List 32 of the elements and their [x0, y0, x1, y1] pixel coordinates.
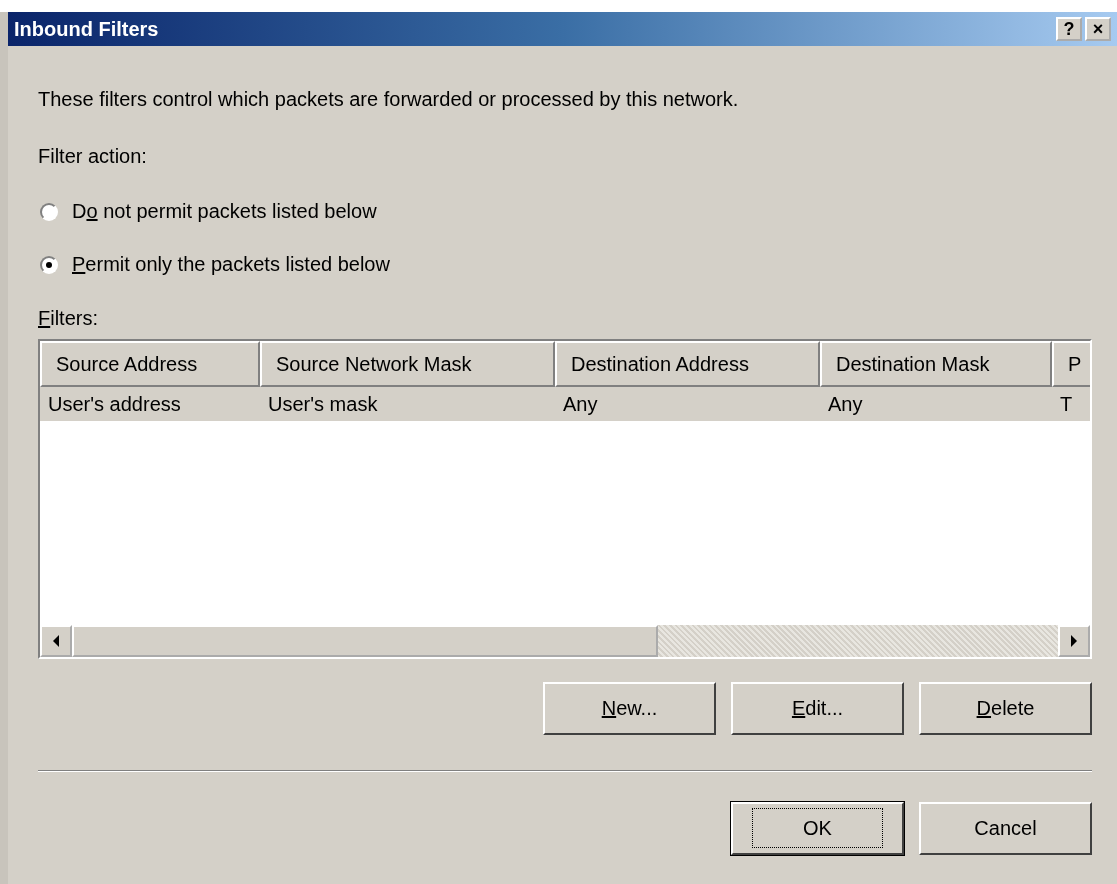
radio-option[interactable]: Do not permit packets listed below	[40, 185, 1092, 238]
right-arrow-icon	[1070, 635, 1078, 647]
horizontal-scrollbar[interactable]	[40, 625, 1090, 657]
list-action-button[interactable]: Delete	[919, 682, 1092, 735]
radio-option[interactable]: Permit only the packets listed below	[40, 238, 1092, 291]
list-action-button[interactable]: New...	[543, 682, 716, 735]
table-row[interactable]: User's address User's mask Any Any T	[40, 387, 1090, 421]
help-button[interactable]: ?	[1056, 17, 1082, 41]
table-cell-text: User's address	[47, 392, 182, 416]
table-cell-text: Any	[562, 392, 599, 416]
scroll-thumb[interactable]	[72, 625, 658, 657]
scroll-right-button[interactable]	[1058, 625, 1090, 657]
table-cell-text: Any	[827, 392, 864, 416]
filter-action-label: Filter action:	[38, 145, 148, 169]
description-text: These filters control which packets are forwarded or processed by this network.	[38, 87, 740, 112]
left-arrow-icon	[52, 635, 60, 647]
radio-button[interactable]	[40, 255, 58, 274]
list-action-button[interactable]: Edit...	[731, 682, 904, 735]
filters-label: Filters:	[38, 307, 99, 331]
close-button[interactable]: ×	[1085, 17, 1111, 41]
dialog-button[interactable]: OK	[731, 802, 904, 855]
table-cell-text: User's mask	[267, 392, 379, 416]
column-header[interactable]: Destination Address	[555, 341, 820, 387]
dialog-button[interactable]: Cancel	[919, 802, 1092, 855]
column-header[interactable]: Destination Mask	[820, 341, 1052, 387]
column-header[interactable]: Source Network Mask	[260, 341, 555, 387]
column-header[interactable]: P	[1052, 341, 1090, 387]
radio-button[interactable]	[40, 202, 58, 221]
window-title: Inbound Filters	[14, 17, 160, 41]
column-header[interactable]: Source Address	[40, 341, 260, 387]
table-cell-text: T	[1059, 392, 1074, 416]
scroll-left-button[interactable]	[40, 625, 72, 657]
